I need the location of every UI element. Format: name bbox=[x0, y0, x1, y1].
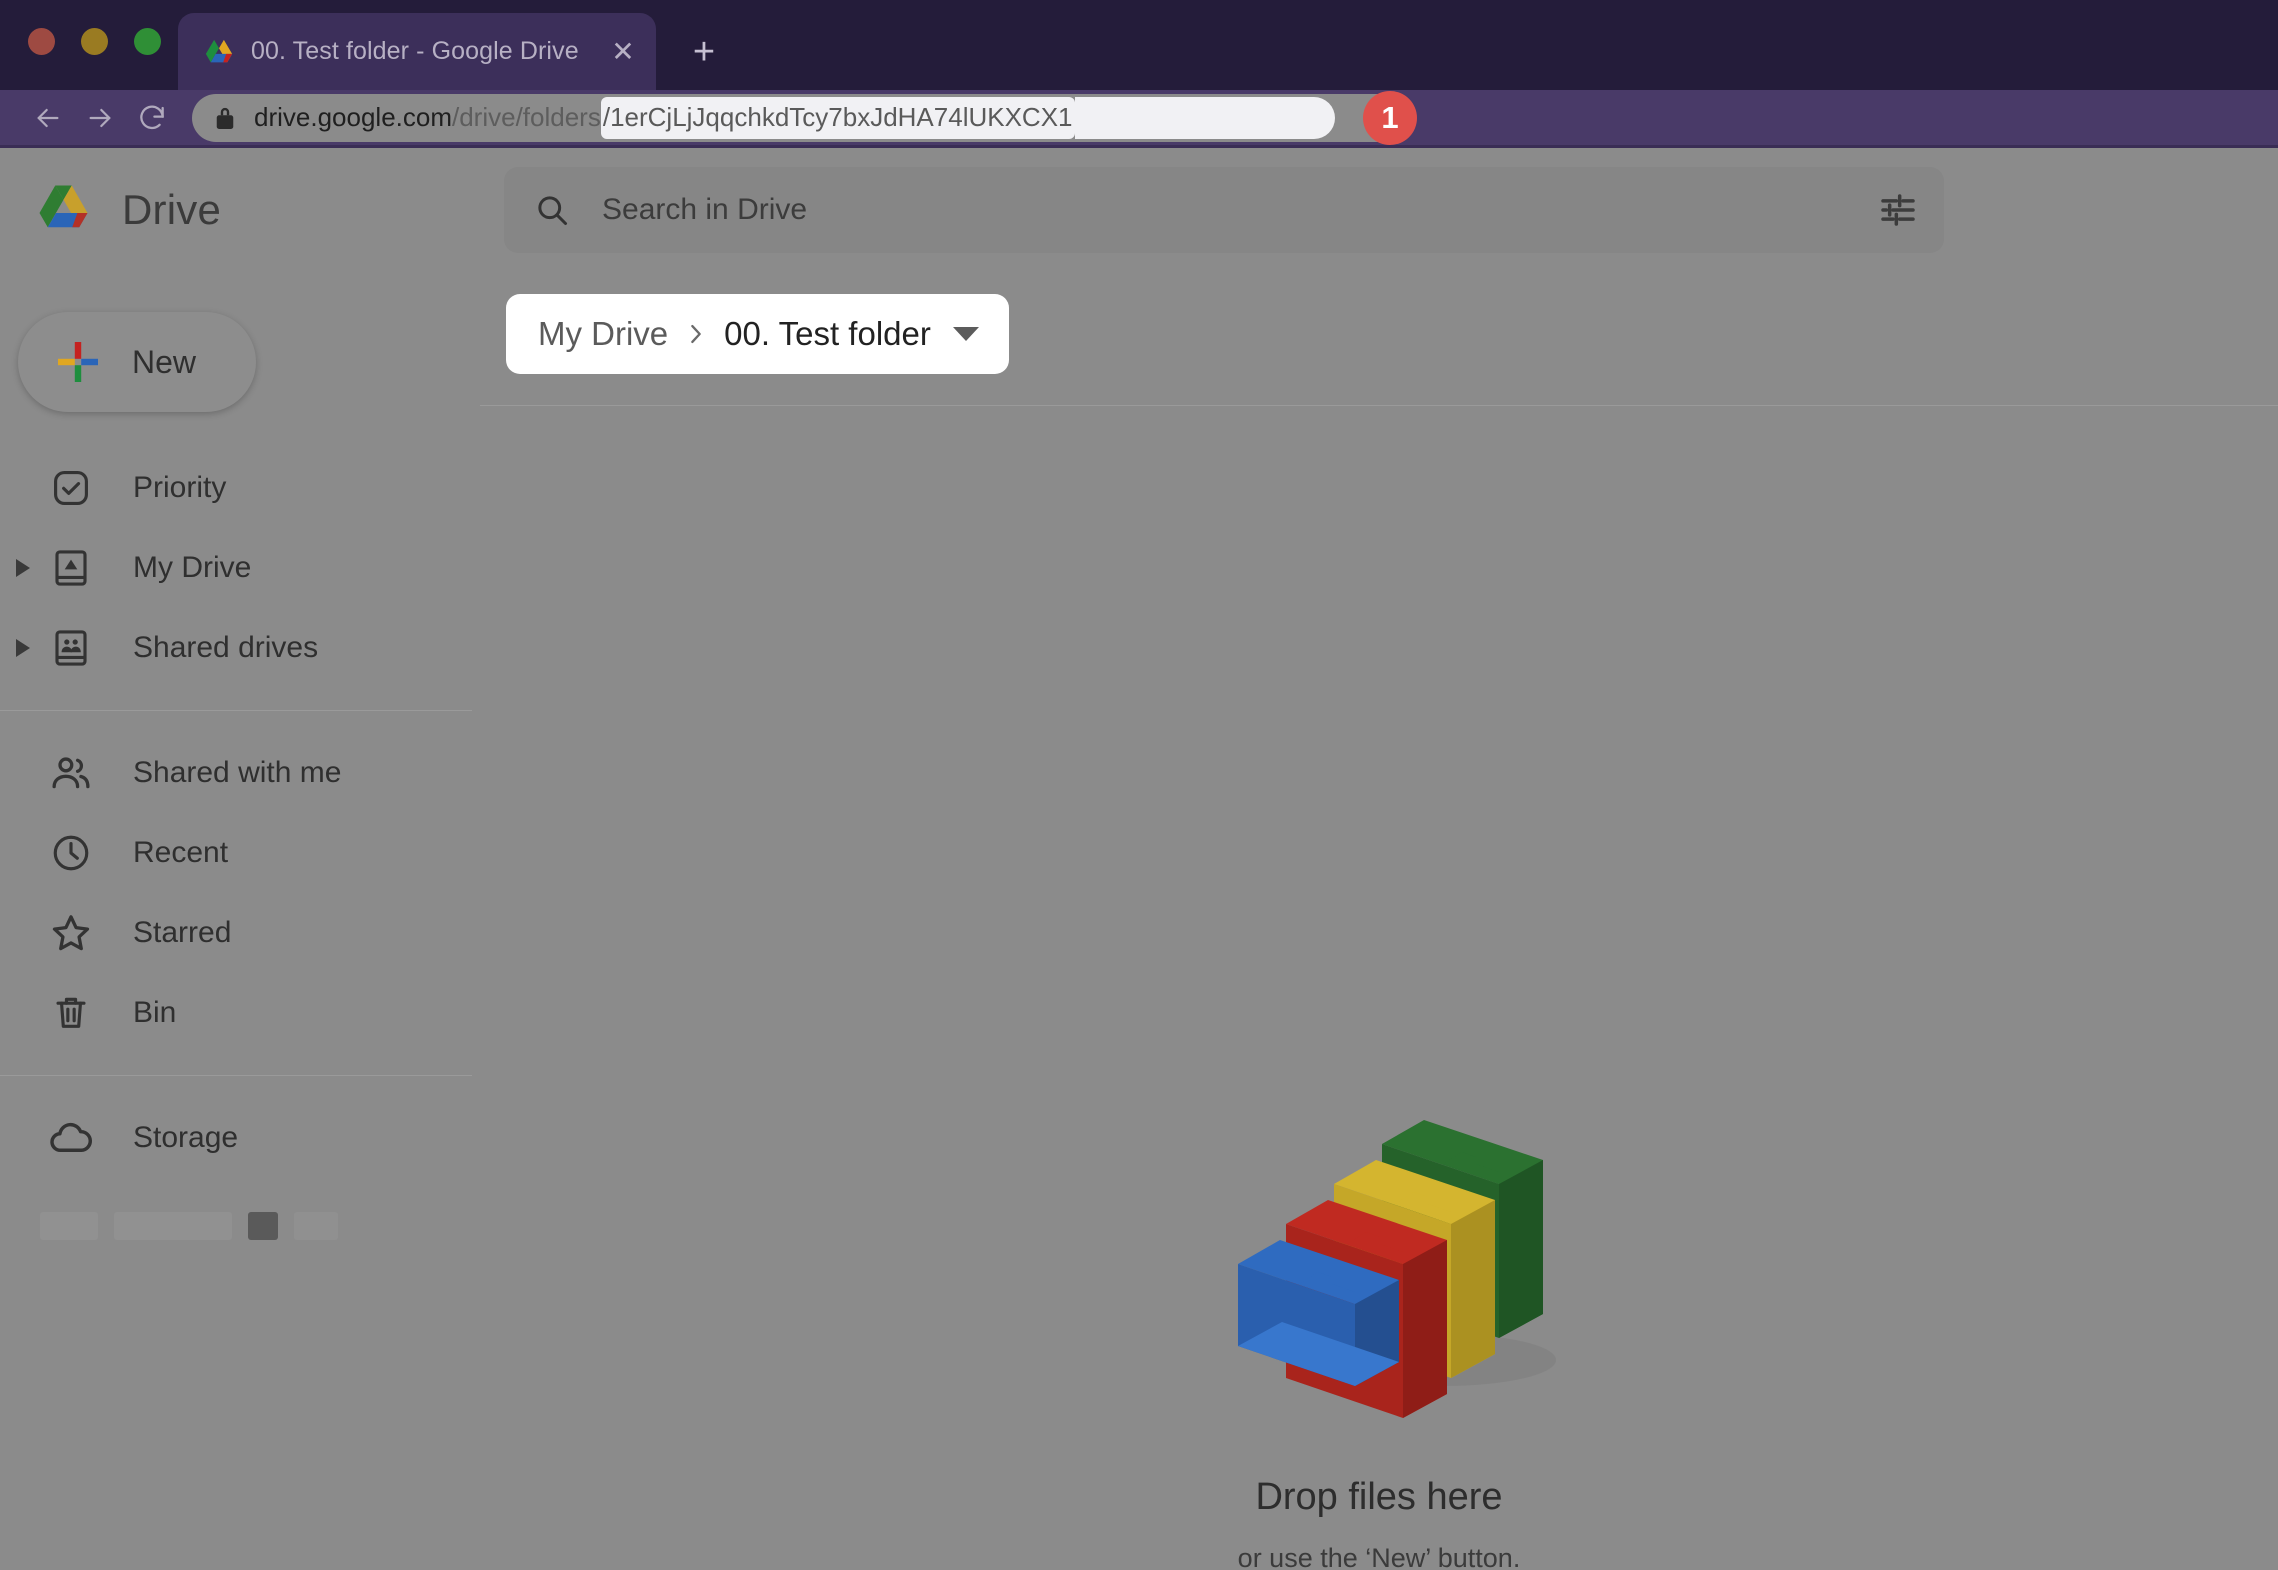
placeholder-block bbox=[248, 1212, 278, 1240]
browser-tab-title: 00. Test folder - Google Drive bbox=[251, 37, 579, 65]
breadcrumb-separator-icon bbox=[688, 323, 704, 345]
sidebar-item-label: Shared drives bbox=[133, 631, 319, 664]
tune-icon[interactable] bbox=[1878, 190, 1918, 230]
sidebar-item-label: Priority bbox=[133, 471, 227, 504]
url-host: drive.google.com bbox=[254, 102, 452, 132]
breadcrumb-row: My Drive 00. Test folder bbox=[480, 272, 2278, 406]
empty-folder-state: Drop files here or use the ‘New’ button. bbox=[480, 1102, 2278, 1570]
sidebar-item-label: Storage bbox=[133, 1121, 239, 1154]
sidebar-divider bbox=[0, 1075, 472, 1076]
expand-caret-icon[interactable] bbox=[16, 559, 30, 577]
placeholder-block bbox=[40, 1212, 98, 1240]
expand-caret-icon[interactable] bbox=[16, 639, 30, 657]
window-traffic-lights bbox=[28, 28, 161, 55]
search-bar[interactable]: Search in Drive bbox=[504, 167, 1944, 253]
drive-brand[interactable]: Drive bbox=[0, 183, 480, 238]
sidebar-item-my-drive[interactable]: My Drive bbox=[0, 528, 480, 608]
drive-header: Drive Search in Drive bbox=[0, 148, 2278, 272]
drive-brand-name: Drive bbox=[122, 186, 222, 233]
sidebar-item-label: Shared with me bbox=[133, 756, 342, 789]
main-content: My Drive 00. Test folder Drop files here… bbox=[480, 272, 2278, 1570]
sidebar-nav-group-primary: Priority My Drive Shared drives bbox=[0, 448, 480, 688]
new-button-label: New bbox=[132, 343, 197, 380]
storage-usage-placeholder bbox=[0, 1212, 480, 1240]
breadcrumb-parent[interactable]: My Drive bbox=[538, 315, 668, 353]
sidebar-item-label: Recent bbox=[133, 836, 229, 869]
url-path: /drive/folders bbox=[452, 102, 601, 132]
breadcrumb[interactable]: My Drive 00. Test folder bbox=[506, 294, 1009, 374]
browser-window: 00. Test folder - Google Drive ✕ + drive… bbox=[0, 0, 2278, 1570]
tab-strip: 00. Test folder - Google Drive ✕ + bbox=[0, 0, 2278, 90]
new-button[interactable]: New bbox=[18, 312, 256, 412]
my-drive-icon bbox=[48, 545, 94, 591]
sidebar-divider bbox=[0, 710, 472, 711]
sidebar-nav-group-secondary: Shared with me Recent Starred Bin bbox=[0, 733, 480, 1053]
google-drive-logo bbox=[36, 183, 98, 238]
back-button[interactable] bbox=[22, 92, 74, 144]
check-box-circle-icon bbox=[48, 465, 94, 511]
sidebar-item-storage[interactable]: Storage bbox=[0, 1098, 480, 1178]
chevron-down-icon[interactable] bbox=[952, 327, 979, 341]
trash-icon bbox=[48, 990, 94, 1036]
google-drive-favicon bbox=[204, 37, 234, 67]
sidebar-item-starred[interactable]: Starred bbox=[0, 893, 480, 973]
new-tab-button[interactable]: + bbox=[680, 28, 728, 76]
stacked-folders-illustration bbox=[1194, 1102, 1564, 1432]
star-icon bbox=[48, 910, 94, 956]
window-maximize-button[interactable] bbox=[134, 28, 161, 55]
sidebar: New Priority My Drive Shared drives Shar… bbox=[0, 272, 480, 1570]
sidebar-nav-group-storage: Storage bbox=[0, 1098, 480, 1240]
breadcrumb-current[interactable]: 00. Test folder bbox=[724, 315, 931, 353]
reload-button[interactable] bbox=[126, 92, 178, 144]
site-secure-lock-icon bbox=[214, 105, 236, 131]
clock-icon bbox=[48, 830, 94, 876]
drive-page: Drive Search in Drive New Priority My Dr… bbox=[0, 148, 2278, 1570]
sidebar-item-bin[interactable]: Bin bbox=[0, 973, 480, 1053]
cloud-icon bbox=[48, 1115, 94, 1161]
sidebar-item-priority[interactable]: Priority bbox=[0, 448, 480, 528]
forward-button[interactable] bbox=[74, 92, 126, 144]
shared-drives-icon bbox=[48, 625, 94, 671]
search-input[interactable]: Search in Drive bbox=[602, 193, 1878, 227]
placeholder-block bbox=[294, 1212, 338, 1240]
sidebar-item-label: Bin bbox=[133, 996, 177, 1029]
address-bar[interactable]: drive.google.com/drive/folders/1erCjLjJq… bbox=[192, 90, 1417, 145]
sidebar-item-recent[interactable]: Recent bbox=[0, 813, 480, 893]
window-minimize-button[interactable] bbox=[81, 28, 108, 55]
content-divider bbox=[480, 405, 2278, 406]
sidebar-item-shared-with-me[interactable]: Shared with me bbox=[0, 733, 480, 813]
empty-state-title: Drop files here bbox=[1255, 1476, 1503, 1518]
sidebar-item-label: My Drive bbox=[133, 551, 252, 584]
browser-toolbar: drive.google.com/drive/folders/1erCjLjJq… bbox=[0, 90, 2278, 148]
address-bar-url: drive.google.com/drive/folders/1erCjLjJq… bbox=[254, 96, 1335, 139]
sidebar-item-label: Starred bbox=[133, 916, 232, 949]
empty-state-subtitle: or use the ‘New’ button. bbox=[1237, 1543, 1521, 1570]
sidebar-item-shared-drives[interactable]: Shared drives bbox=[0, 608, 480, 688]
browser-tab-active[interactable]: 00. Test folder - Google Drive ✕ bbox=[178, 13, 656, 90]
placeholder-block bbox=[114, 1212, 232, 1240]
tab-close-icon[interactable]: ✕ bbox=[602, 31, 644, 73]
annotation-badge-1: 1 bbox=[1363, 90, 1417, 145]
search-icon bbox=[534, 192, 570, 228]
window-close-button[interactable] bbox=[28, 28, 55, 55]
url-selected-segment: /1erCjLjJqqchkdTcy7bxJdHA74lUKXCX1 bbox=[600, 96, 1075, 139]
people-icon bbox=[48, 750, 94, 796]
url-selection-tail bbox=[1074, 96, 1335, 139]
colored-plus-icon bbox=[54, 338, 102, 386]
